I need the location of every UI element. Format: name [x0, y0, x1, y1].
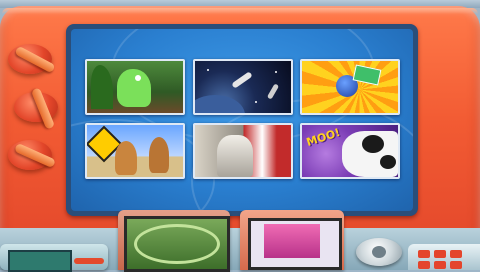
keypad-button[interactable]	[418, 250, 430, 258]
thumbnail-kangaroos[interactable]	[85, 123, 185, 179]
star	[275, 71, 277, 73]
dinosaur-eye	[135, 75, 141, 81]
dinosaur-figure	[117, 69, 151, 107]
kangaroo	[115, 141, 137, 175]
thumbnail-lincoln[interactable]	[193, 123, 293, 179]
left-slot-button[interactable]	[74, 258, 104, 264]
kangaroo	[149, 137, 169, 173]
keypad-button[interactable]	[434, 261, 446, 269]
moo-caption: MOO!	[304, 125, 342, 150]
left-mini-screen	[8, 250, 72, 272]
knob-bottom[interactable]	[8, 140, 57, 170]
keypad-button[interactable]	[434, 250, 446, 258]
knob-middle[interactable]	[14, 87, 58, 130]
rocket	[266, 83, 280, 100]
star	[207, 69, 209, 71]
monitor-right-image	[264, 224, 320, 258]
jungle-plant	[91, 65, 113, 109]
lincoln-statue	[217, 135, 253, 177]
thumbnail-planet-toy[interactable]	[300, 59, 400, 115]
knob-top[interactable]	[8, 44, 56, 74]
keypad-button[interactable]	[450, 261, 462, 269]
keypad-button[interactable]	[450, 250, 462, 258]
cow-spot	[362, 135, 384, 153]
thumbnail-cow[interactable]: MOO!	[300, 123, 400, 179]
star	[255, 101, 257, 103]
frame-rim	[2, 8, 478, 14]
thumbnail-space[interactable]	[193, 59, 293, 115]
space-shuttle	[231, 71, 253, 89]
monitor-left-arc	[134, 224, 220, 264]
cow-spot	[380, 155, 396, 169]
dial-center	[372, 246, 386, 258]
video-selection-screen: MOO!	[71, 29, 413, 211]
thumbnail-dinosaur[interactable]	[85, 59, 185, 115]
keypad-button[interactable]	[418, 261, 430, 269]
planet-earth	[195, 95, 245, 113]
